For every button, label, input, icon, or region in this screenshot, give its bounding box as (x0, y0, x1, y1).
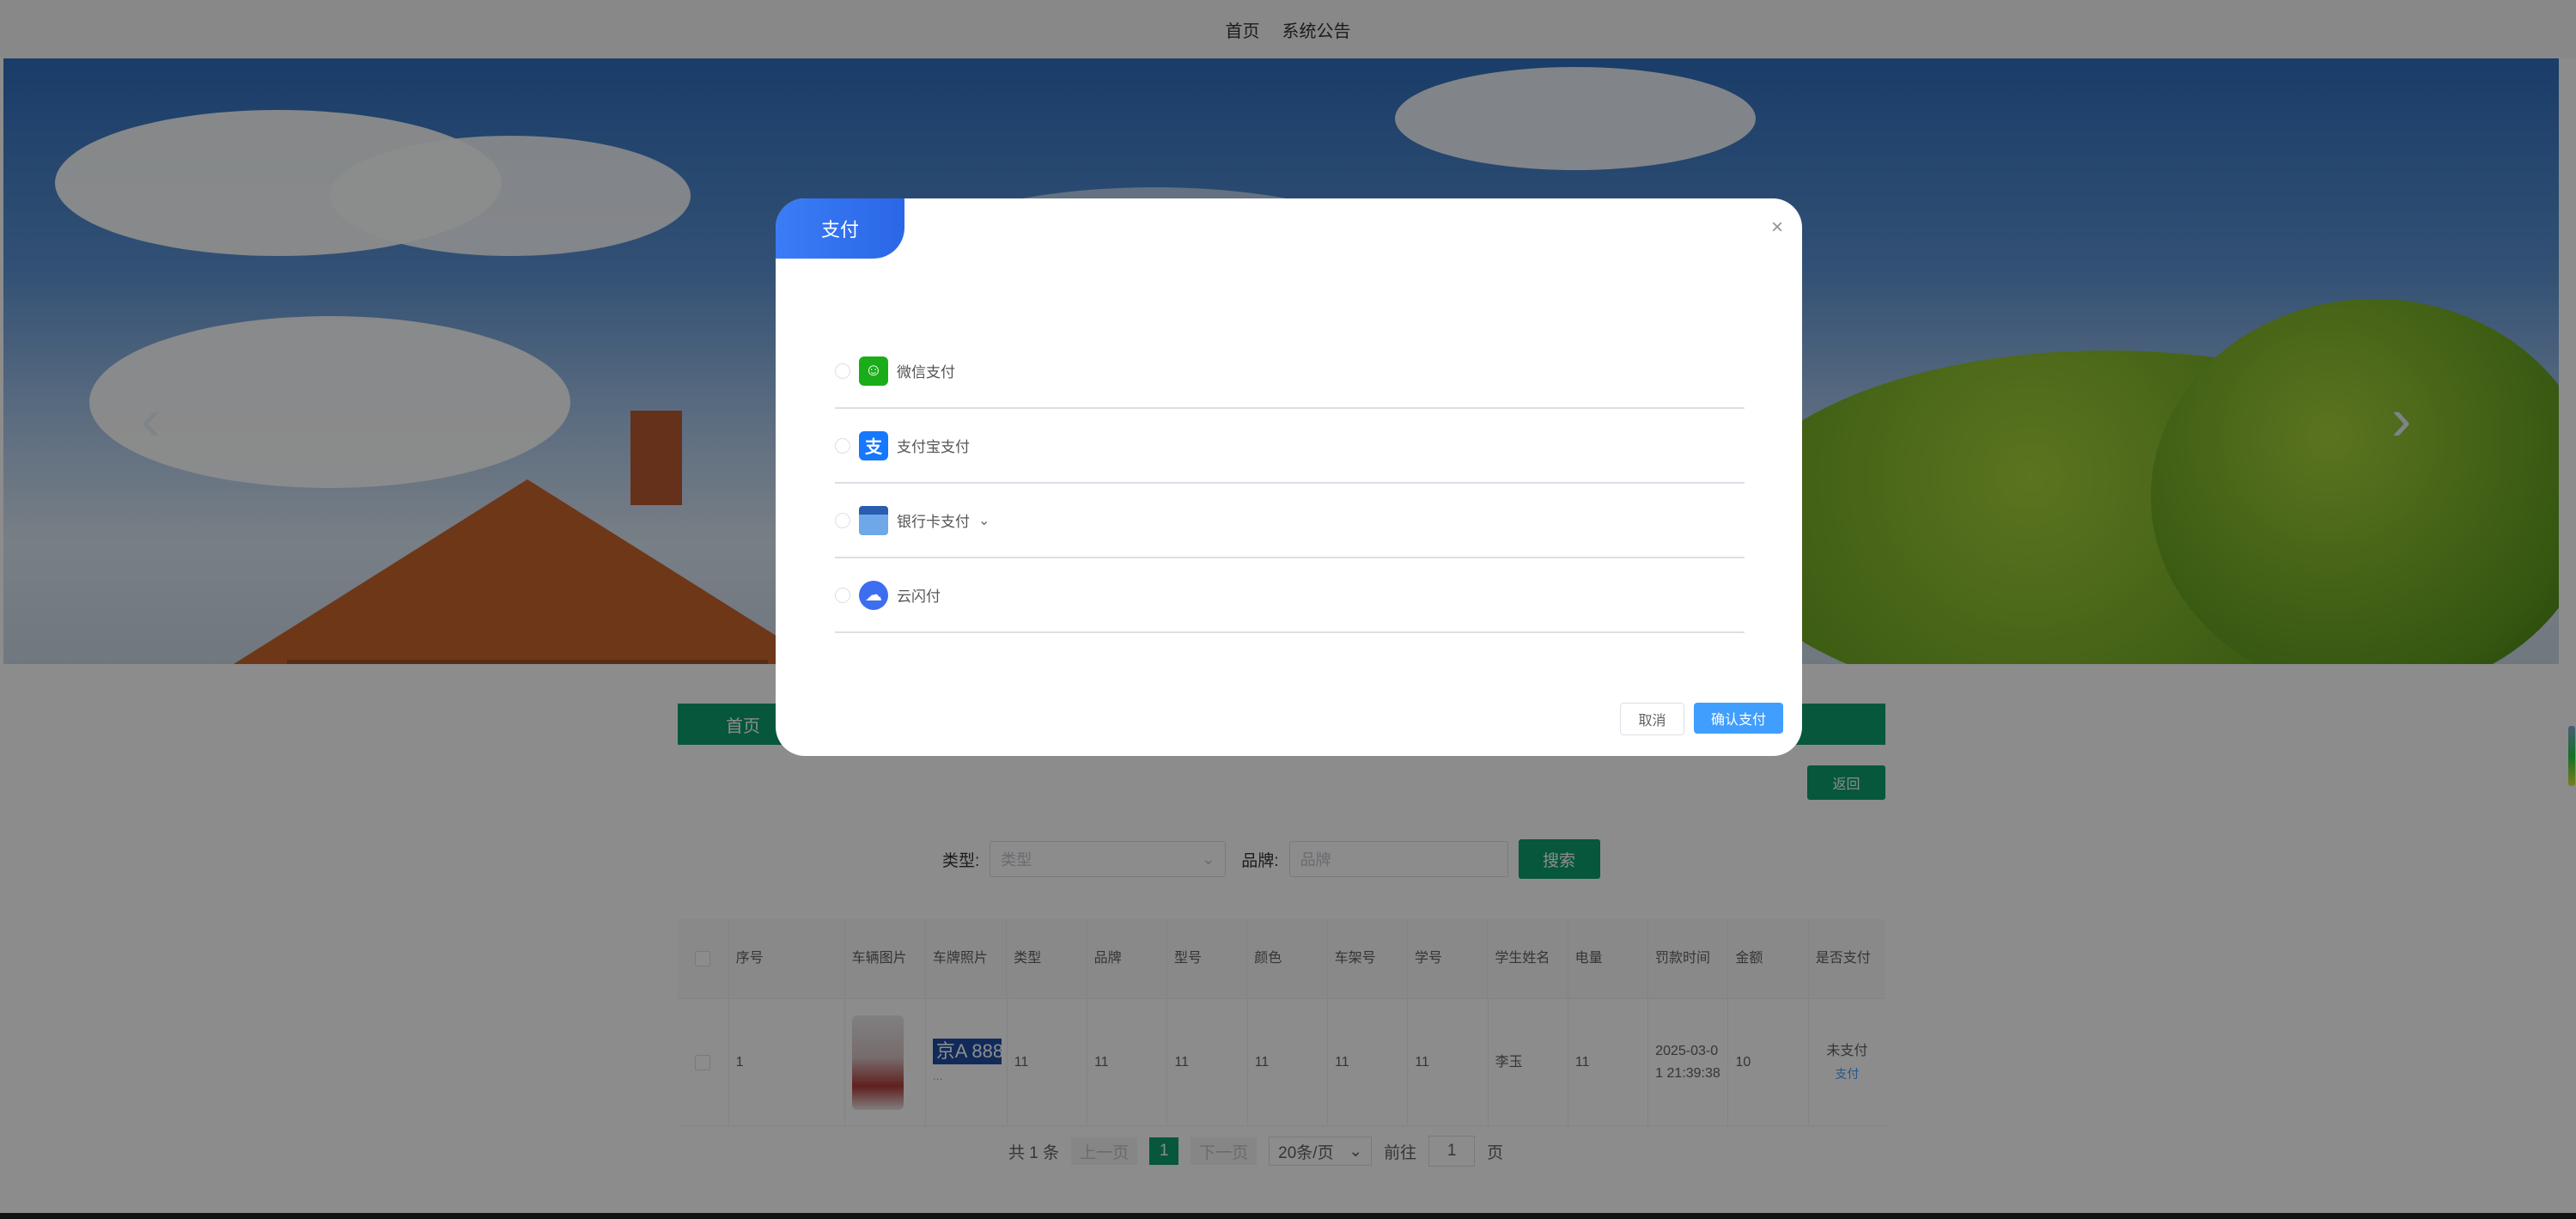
payment-option-label: 微信支付 (897, 364, 955, 381)
payment-option-label: 支付宝支付 (897, 439, 970, 455)
radio-cloud-pay[interactable] (835, 587, 850, 603)
cancel-button[interactable]: 取消 (1620, 703, 1684, 735)
radio-bank-card[interactable] (835, 512, 850, 528)
footer-bar (0, 1213, 2576, 1219)
bank-card-icon (859, 505, 888, 535)
confirm-pay-button[interactable]: 确认支付 (1694, 703, 1783, 734)
payment-option-alipay[interactable]: 支 支付宝支付 (835, 409, 1745, 484)
payment-modal: 支付 × ☺ 微信支付 支 支付宝支付 银行卡支付 ⌄ ☁ 云闪付 取消 确认支… (776, 198, 1802, 756)
payment-option-label: 银行卡支付 (897, 514, 970, 530)
radio-wechat[interactable] (835, 363, 850, 379)
payment-option-label: 云闪付 (897, 588, 941, 605)
close-icon[interactable]: × (1771, 216, 1783, 240)
radio-alipay[interactable] (835, 437, 850, 454)
payment-option-cloud-pay[interactable]: ☁ 云闪付 (835, 558, 1745, 633)
wechat-pay-icon: ☺ (859, 356, 888, 386)
alipay-icon: 支 (859, 430, 888, 460)
payment-option-bank-card[interactable]: 银行卡支付 ⌄ (835, 484, 1745, 558)
page: 首页 系统公告 ‹ › 首页 返回 类型: 类型 ⌄ 品牌: 品牌 搜索 序号 … (0, 0, 2576, 1219)
modal-title: 支付 (776, 198, 904, 259)
payment-options: ☺ 微信支付 支 支付宝支付 银行卡支付 ⌄ ☁ 云闪付 (835, 334, 1745, 633)
payment-option-wechat[interactable]: ☺ 微信支付 (835, 334, 1745, 409)
unionpay-cloud-icon: ☁ (859, 580, 888, 610)
chevron-down-icon[interactable]: ⌄ (978, 512, 990, 529)
